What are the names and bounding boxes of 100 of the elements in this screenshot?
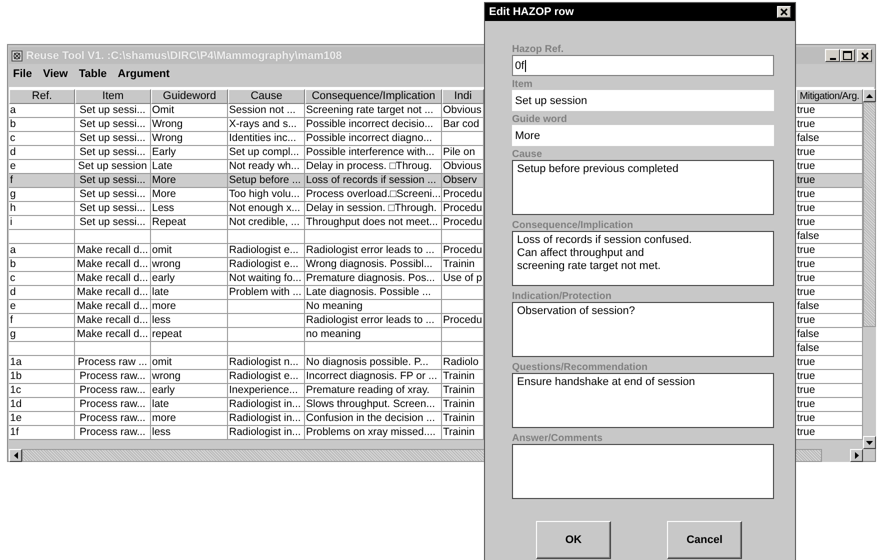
table-cell: true (797, 174, 816, 186)
table-cell: early (152, 384, 175, 396)
table-cell: Set up sessi... (80, 104, 146, 116)
table-cell: Trainin (443, 384, 475, 396)
table-cell: true (797, 356, 816, 368)
table-cell: Radiolo (443, 356, 479, 368)
table-cell: Possible incorrect decisio... (306, 118, 434, 130)
table-cell: Make recall d... (76, 328, 148, 340)
table-cell: true (797, 272, 816, 284)
minimize-icon (830, 58, 836, 60)
table-cell: Process raw... (80, 412, 146, 424)
table-cell: Process overload.□Screeni... (306, 188, 441, 200)
table-cell: Too high volu... (229, 188, 300, 200)
field-label: Guide word (512, 115, 567, 125)
table-cell: Repeat (152, 216, 186, 228)
table-cell: Pile on (443, 146, 476, 158)
table-cell: Problem with ... (229, 286, 302, 298)
table-cell: i (10, 216, 12, 228)
text-area[interactable]: Setup before previous completed (512, 160, 774, 215)
table-cell: Process raw ... (78, 356, 148, 368)
menu-item[interactable]: Table (78, 68, 107, 80)
close-icon (860, 52, 868, 60)
dialog-button[interactable]: Cancel (667, 521, 742, 559)
column-header[interactable]: Mitigation/Arg. (796, 89, 863, 104)
column-header[interactable]: Indi (442, 89, 484, 104)
table-cell: c (10, 132, 16, 144)
table-cell: Process raw... (80, 426, 146, 438)
column-header[interactable]: Cause (228, 89, 305, 104)
table-cell: No diagnosis possible. P... (306, 356, 428, 368)
close-button[interactable] (857, 49, 872, 62)
close-button[interactable] (777, 6, 791, 18)
table-cell: Set up sessi... (80, 132, 146, 144)
table-cell: Process raw... (80, 398, 146, 410)
table-cell: Session not ... (229, 104, 296, 116)
table-cell: late (152, 398, 169, 410)
table-cell: early (152, 272, 175, 284)
table-cell: Omit (152, 104, 174, 116)
table-cell: Radiologist n... (229, 356, 298, 368)
left-arrow-icon (14, 452, 18, 459)
table-cell: Radiologist error leads to ... (306, 314, 434, 326)
table-cell: Set up sessi... (80, 146, 146, 158)
table-cell: Confusion in the decision ... (306, 412, 435, 424)
column-header[interactable]: Guideword (151, 89, 228, 104)
table-cell: true (797, 188, 816, 200)
table-cell: b (10, 118, 16, 130)
table-cell: Procedu (443, 244, 482, 256)
table-cell: Radiologist e... (229, 244, 298, 256)
input-field[interactable]: More (512, 125, 774, 146)
text-area[interactable]: Observation of session? (512, 302, 774, 357)
vertical-scrollbar[interactable] (863, 89, 876, 449)
app-icon (11, 50, 23, 62)
table-cell: Set up sessi... (80, 216, 146, 228)
minimize-button[interactable] (825, 49, 840, 62)
table-cell: no meaning (306, 328, 361, 340)
input-field[interactable]: Set up session (512, 90, 774, 111)
table-cell: false (797, 132, 820, 144)
input-field[interactable]: 0f (512, 55, 774, 76)
column-header[interactable]: Consequence/Implication (305, 89, 442, 104)
table-cell: true (797, 118, 816, 130)
table-cell: Procedu (443, 188, 482, 200)
table-cell: Make recall d... (76, 300, 148, 312)
table-cell: more (152, 412, 176, 424)
table-cell: Incorrect diagnosis. FP or ... (306, 370, 438, 382)
table-cell: true (797, 216, 816, 228)
table-cell: Obvious (443, 160, 482, 172)
field-label: Item (512, 80, 533, 90)
table-cell: Trainin (443, 426, 475, 438)
table-cell: Delay in session. □Through. (306, 202, 437, 214)
text-area[interactable]: Loss of records if session confused. Can affect throughput and screening rate target not met. (512, 231, 774, 286)
table-cell: Procedu (443, 202, 482, 214)
table-cell: late (152, 286, 169, 298)
field-label: Hazop Ref. (512, 45, 564, 55)
table-cell: true (797, 412, 816, 424)
menu-item[interactable]: View (42, 68, 68, 80)
table-cell: omit (152, 356, 172, 368)
menu-item[interactable]: Argument (118, 68, 170, 80)
table-cell: Problems on xray missed.... (306, 426, 436, 438)
text-area[interactable]: Ensure handshake at end of session (512, 373, 774, 428)
maximize-button[interactable] (840, 49, 855, 62)
table-cell: 1c (10, 384, 22, 396)
table-cell: Throughput does not meet... (306, 216, 438, 228)
table-cell: Late diagnosis. Possible ... (306, 286, 431, 298)
table-cell: Make recall d... (76, 286, 148, 298)
table-cell: f (10, 314, 13, 326)
text-area[interactable] (512, 444, 774, 499)
column-header[interactable]: Item (75, 89, 151, 104)
field-label: Indication/Protection (512, 292, 612, 302)
table-cell: Trainin (443, 370, 475, 382)
menu-item[interactable]: File (13, 68, 32, 80)
maximize-icon (843, 51, 852, 60)
down-arrow-icon (866, 440, 873, 444)
column-header[interactable]: Ref. (9, 89, 75, 104)
table-cell: omit (152, 244, 172, 256)
dialog-button[interactable]: OK (536, 521, 611, 559)
table-cell: Observ (443, 174, 477, 186)
table-cell: Set up session (78, 160, 147, 172)
table-cell: Early (152, 146, 176, 158)
table-cell: Radiologist in... (229, 398, 301, 410)
table-cell: Delay in process. □Throug. (306, 160, 432, 172)
table-cell: Premature reading of xray. (306, 384, 430, 396)
